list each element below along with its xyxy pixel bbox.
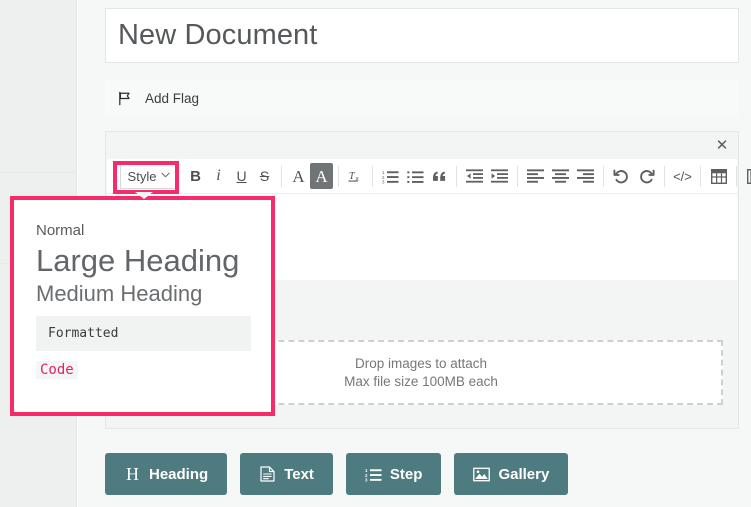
dropzone-primary-text: Drop images to attach [354, 356, 488, 371]
underline-icon[interactable]: U [230, 163, 253, 189]
indent-icon[interactable] [487, 163, 512, 189]
outdent-icon[interactable] [462, 163, 487, 189]
toolbar-separator [517, 165, 518, 187]
toolbar-separator [736, 165, 737, 187]
add-flag-label: Add Flag [145, 90, 200, 106]
text-color-icon[interactable]: A [287, 163, 310, 189]
svg-text:3: 3 [382, 179, 385, 183]
source-code-icon[interactable]: </> [670, 163, 695, 189]
undo-icon[interactable] [609, 163, 634, 189]
align-right-icon[interactable] [573, 163, 598, 189]
add-step-label: Step [389, 465, 423, 483]
dropdown-notch [135, 192, 153, 199]
gutter-divider [0, 172, 77, 173]
svg-text:x: x [356, 176, 360, 183]
toolbar-separator [338, 165, 339, 187]
toolbar-separator [603, 165, 604, 187]
redo-icon[interactable] [634, 163, 659, 189]
close-icon[interactable]: ✕ [713, 136, 731, 154]
document-text-icon [259, 466, 276, 483]
align-center-icon[interactable] [548, 163, 573, 189]
flag-icon [116, 90, 133, 106]
style-option-formatted[interactable]: Formatted [36, 316, 251, 352]
strikethrough-icon[interactable]: S [253, 163, 276, 189]
block-actions-bar: H Heading Text 1 2 3 Step Gallery [105, 453, 569, 495]
align-left-icon[interactable] [523, 163, 548, 189]
add-text-label: Text [284, 465, 314, 483]
editor-toolbar: Style B i U S A A T x 1 2 3 </> [107, 159, 751, 194]
style-dropdown-panel: Normal Large Heading Medium Heading Form… [10, 196, 275, 416]
style-option-code[interactable]: Code [36, 361, 78, 380]
document-title-field[interactable]: New Document [105, 8, 739, 63]
dropzone-secondary-text: Max file size 100MB each [344, 374, 498, 389]
svg-text:3: 3 [365, 477, 368, 481]
add-step-button[interactable]: 1 2 3 Step [345, 453, 442, 495]
add-heading-label: Heading [149, 465, 209, 483]
toolbar-separator [281, 165, 282, 187]
unordered-list-icon[interactable] [403, 163, 428, 189]
remove-format-icon[interactable]: T x [344, 163, 367, 189]
toolbar-separator [372, 165, 373, 187]
bold-icon[interactable]: B [184, 163, 207, 189]
add-gallery-button[interactable]: Gallery [454, 453, 569, 495]
add-gallery-label: Gallery [498, 465, 550, 483]
add-text-button[interactable]: Text [240, 453, 333, 495]
style-option-normal[interactable]: Normal [36, 222, 251, 239]
add-heading-button[interactable]: H Heading [105, 453, 228, 495]
page-title: New Document [118, 19, 318, 51]
chevron-down-icon [161, 171, 171, 181]
image-gallery-icon [473, 466, 491, 483]
heading-icon: H [126, 464, 139, 484]
ordered-list-icon: 1 2 3 [365, 466, 382, 483]
add-flag-bar[interactable]: Add Flag [105, 79, 739, 117]
blockquote-icon[interactable] [428, 163, 451, 189]
style-option-large-heading[interactable]: Large Heading [36, 243, 251, 279]
highlight-color-icon[interactable]: A [310, 163, 333, 189]
italic-icon[interactable]: i [207, 163, 230, 189]
toolbar-separator [664, 165, 665, 187]
style-option-medium-heading[interactable]: Medium Heading [36, 281, 251, 307]
style-dropdown-label: Style [127, 168, 157, 184]
table-icon[interactable] [706, 163, 731, 189]
toolbar-separator [456, 165, 457, 187]
ordered-list-icon[interactable]: 1 2 3 [378, 163, 403, 189]
editor-header: ✕ [106, 132, 738, 159]
style-dropdown-button[interactable]: Style [120, 163, 178, 189]
toolbar-separator [700, 165, 701, 187]
video-icon[interactable] [742, 163, 751, 189]
app-root: New Document Add Flag ✕ Style B i U S A … [0, 0, 751, 507]
